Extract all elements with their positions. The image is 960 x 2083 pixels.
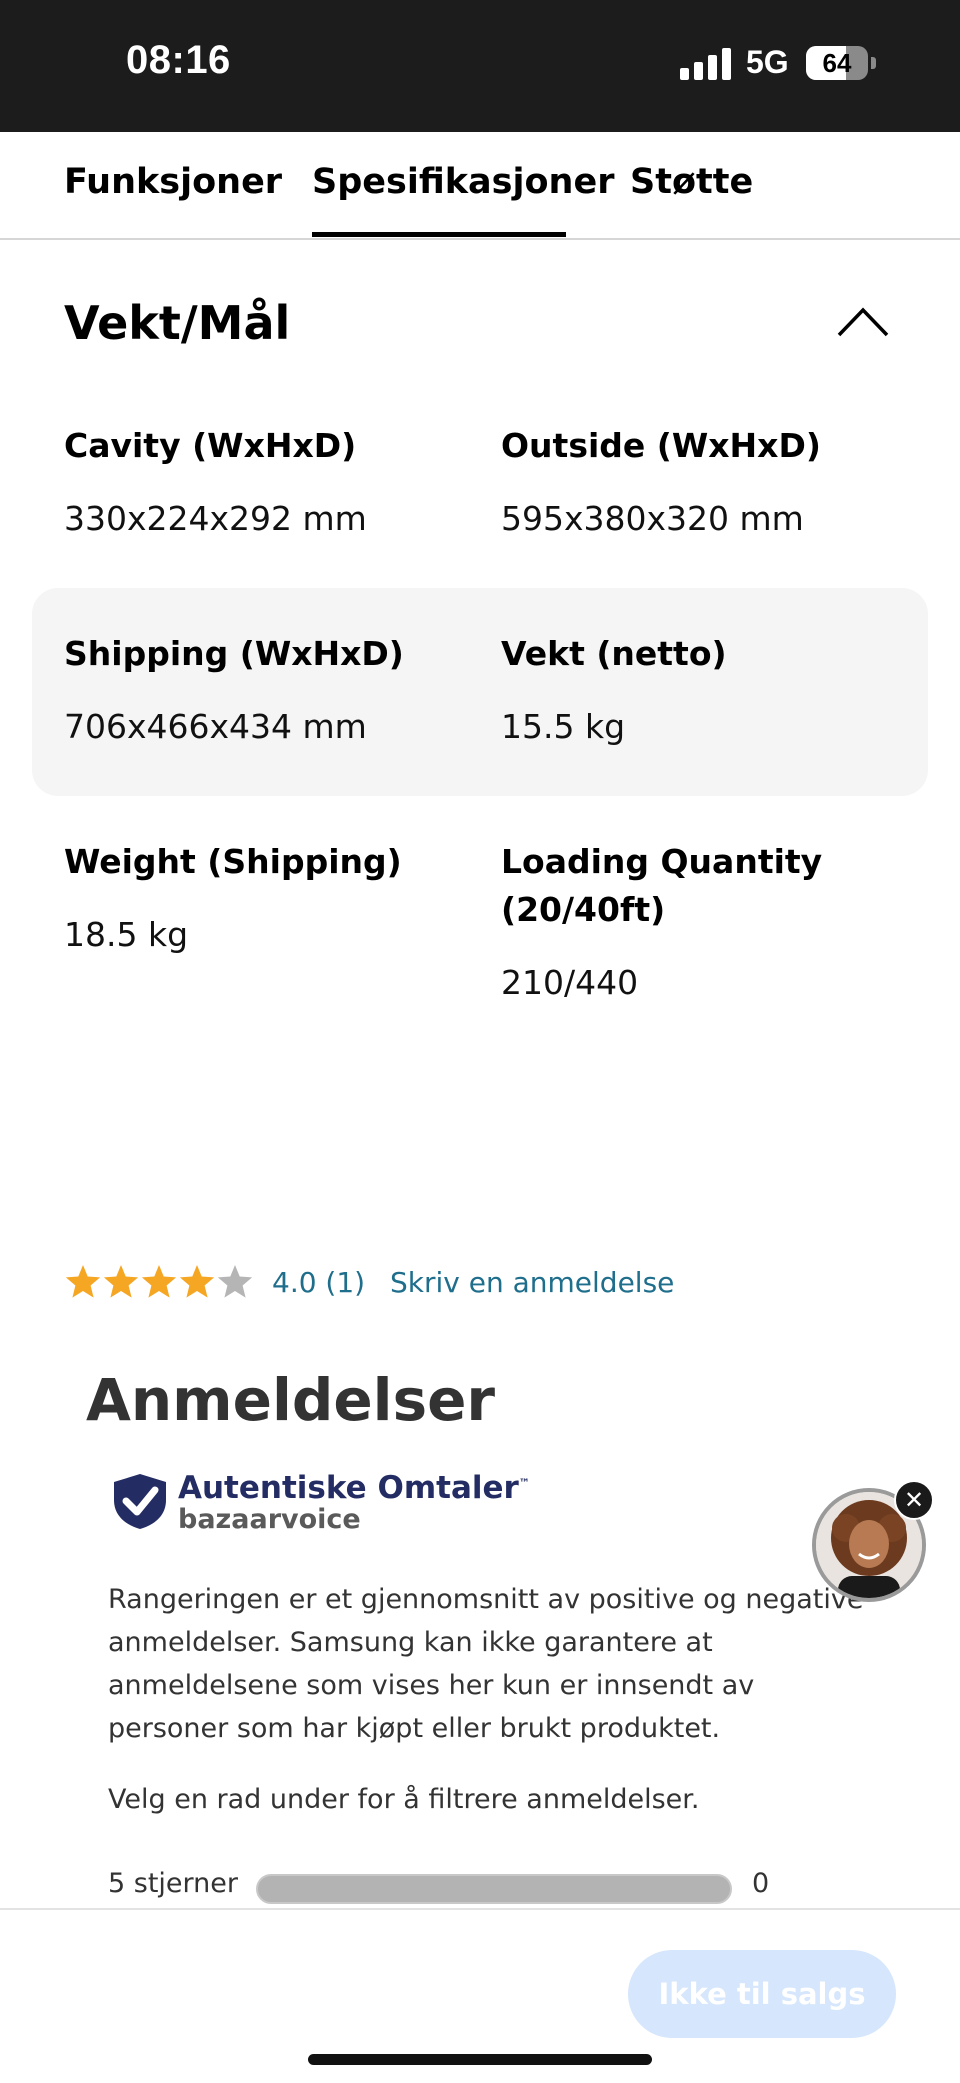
spec-label-loading-line2: (20/40ft): [501, 890, 666, 929]
trademark-mark: ™: [518, 1476, 530, 1490]
not-for-sale-button[interactable]: Ikke til salgs: [628, 1950, 896, 2038]
spec-label-shipping: Shipping (WxHxD): [64, 634, 404, 673]
spec-label-cavity: Cavity (WxHxD): [64, 426, 357, 465]
section-title: Vekt/Mål: [64, 296, 291, 350]
authentic-reviews-title: Autentiske Omtaler: [178, 1470, 519, 1506]
active-tab-indicator: [312, 232, 566, 237]
signal-icon: [680, 48, 731, 80]
star-filled-icon: [65, 1265, 101, 1298]
status-bar: 08:16 5G 64: [0, 0, 960, 132]
spec-value-net-weight: 15.5 kg: [501, 707, 626, 746]
spec-value-cavity: 330x224x292 mm: [64, 499, 367, 538]
spec-value-shipping: 706x466x434 mm: [64, 707, 367, 746]
home-indicator: [308, 2054, 652, 2065]
tab-funksjoner[interactable]: Funksjoner: [64, 162, 282, 202]
chat-close-button[interactable]: ✕: [894, 1480, 934, 1520]
spec-label-loading-quantity: Loading Quantity (20/40ft): [501, 838, 822, 934]
star-empty-icon: [217, 1265, 253, 1298]
spec-value-loading-quantity: 210/440: [501, 963, 639, 1002]
bazaarvoice-label: bazaarvoice: [178, 1504, 361, 1535]
star-filter-label-5[interactable]: 5 stjerner: [108, 1868, 238, 1899]
write-review-link[interactable]: Skriv en anmeldelse: [390, 1266, 674, 1299]
star-filter-count-5: 0: [752, 1868, 770, 1899]
star-filled-icon: [141, 1265, 177, 1298]
rating-stars[interactable]: [64, 1262, 254, 1302]
reviews-title: Anmeldelser: [86, 1366, 496, 1434]
spec-label-outside: Outside (WxHxD): [501, 426, 821, 465]
star-filled-icon: [103, 1265, 139, 1298]
battery-cap: [871, 57, 876, 69]
battery-icon: 64: [806, 46, 868, 80]
battery-percent: 64: [822, 48, 852, 78]
spec-value-shipping-weight: 18.5 kg: [64, 915, 189, 954]
authentic-reviews-badge: Autentiske Omtaler™: [178, 1470, 530, 1506]
tab-stotte[interactable]: Støtte: [630, 162, 753, 202]
spec-label-shipping-weight: Weight (Shipping): [64, 842, 402, 881]
spec-label-net-weight: Vekt (netto): [501, 634, 727, 673]
tab-spesifikasjoner[interactable]: Spesifikasjoner: [312, 162, 614, 202]
star-filter-bar-5[interactable]: [256, 1874, 732, 1904]
network-type: 5G: [746, 44, 789, 80]
reviews-disclaimer: Rangeringen er et gjennomsnitt av positi…: [108, 1584, 864, 1744]
shield-check-icon: [114, 1474, 166, 1529]
tab-bar: Funksjoner Spesifikasjoner Støtte: [0, 132, 960, 240]
rating-summary[interactable]: 4.0 (1): [272, 1266, 365, 1299]
spec-row-highlight: [32, 588, 928, 796]
chevron-up-icon[interactable]: [836, 302, 890, 340]
spec-label-loading-line1: Loading Quantity: [501, 842, 823, 881]
filter-hint: Velg en rad under for å filtrere anmelde…: [108, 1784, 700, 1815]
spec-value-outside: 595x380x320 mm: [501, 499, 804, 538]
star-filled-icon: [179, 1265, 215, 1298]
status-time: 08:16: [126, 38, 231, 82]
